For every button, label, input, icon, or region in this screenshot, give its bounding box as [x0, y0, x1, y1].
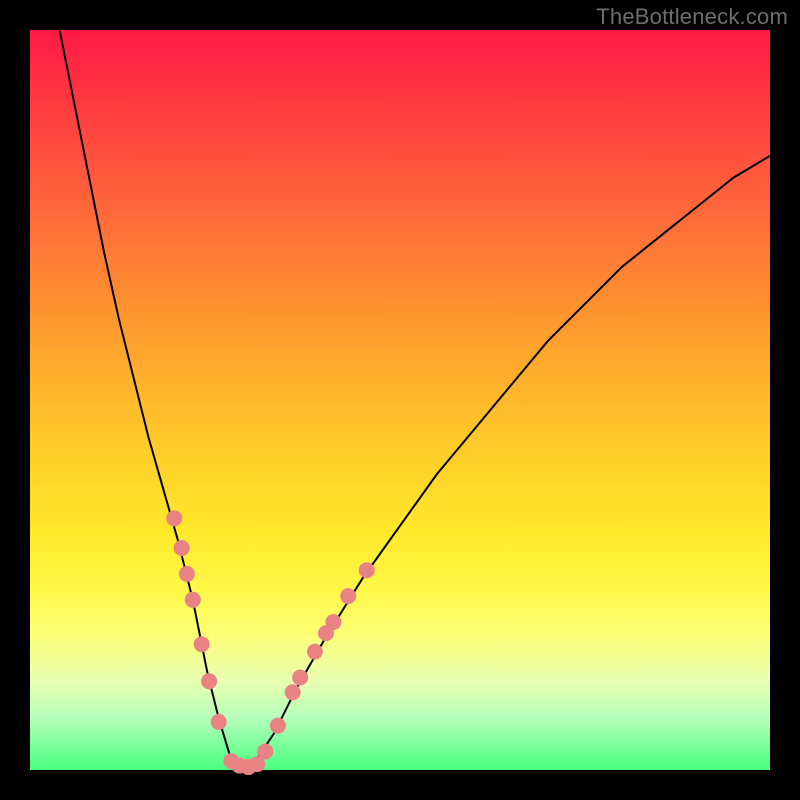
- chart-svg: [30, 30, 770, 770]
- data-marker: [292, 670, 308, 686]
- marker-group: [166, 510, 374, 775]
- data-marker: [174, 540, 190, 556]
- data-marker: [325, 614, 341, 630]
- data-marker: [270, 718, 286, 734]
- data-marker: [285, 684, 301, 700]
- watermark-label: TheBottleneck.com: [596, 4, 788, 30]
- chart-frame: [30, 30, 770, 770]
- data-marker: [166, 510, 182, 526]
- data-marker: [211, 714, 227, 730]
- data-marker: [201, 673, 217, 689]
- data-marker: [185, 592, 201, 608]
- data-marker: [194, 636, 210, 652]
- data-marker: [179, 566, 195, 582]
- data-marker: [307, 644, 323, 660]
- data-marker: [257, 744, 273, 760]
- data-marker: [359, 562, 375, 578]
- bottleneck-curve: [60, 30, 770, 770]
- data-marker: [340, 588, 356, 604]
